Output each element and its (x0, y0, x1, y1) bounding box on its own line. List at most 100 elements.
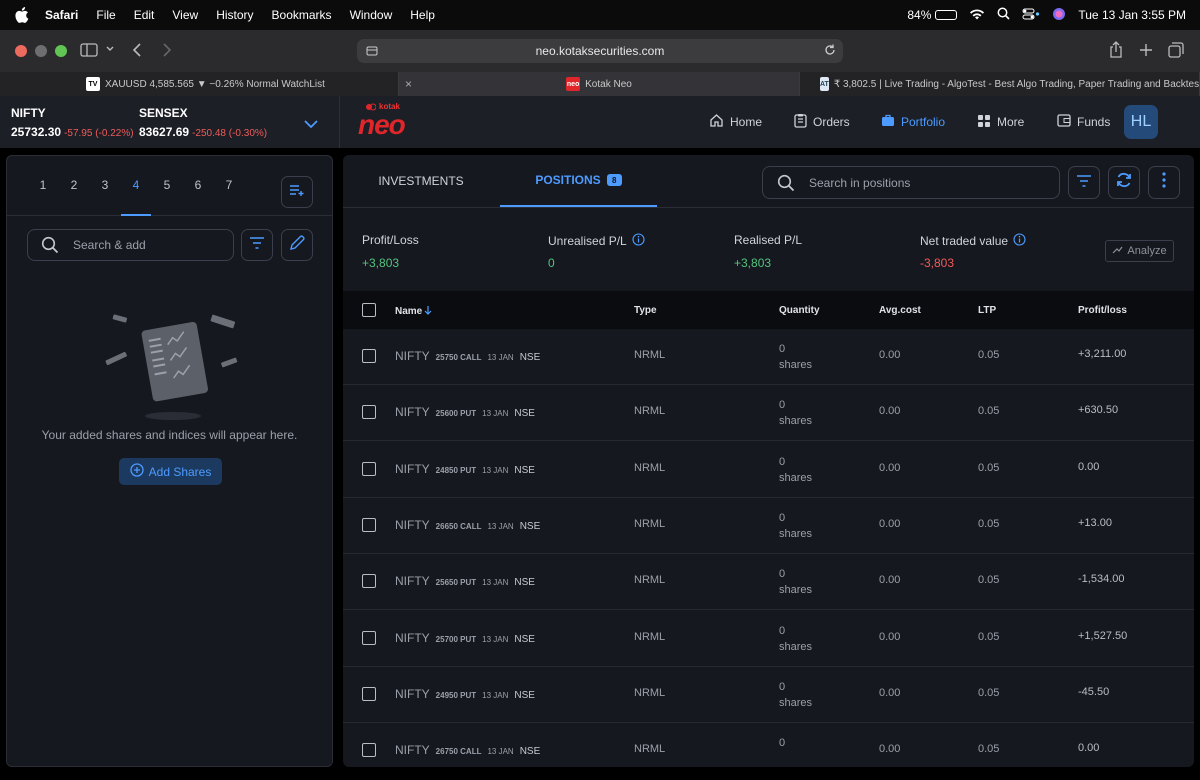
table-row[interactable]: NIFTY 24950 PUT 13 JAN NSE NRML 0 shares 0.00 0.… (343, 667, 1194, 723)
control-center-icon[interactable] (1022, 8, 1040, 23)
search-icon[interactable] (997, 7, 1010, 23)
share-icon[interactable] (1108, 41, 1124, 59)
chevron-down-icon[interactable] (303, 116, 319, 134)
quantity: 0 shares (779, 623, 812, 655)
add-watchlist-button[interactable] (281, 176, 313, 208)
zoom-window-button[interactable] (55, 45, 67, 57)
page-settings-icon[interactable] (365, 44, 379, 61)
table-row[interactable]: NIFTY 25750 CALL 13 JAN NSE NRML 0 shares 0.00 0… (343, 329, 1194, 385)
column-quantity[interactable]: Quantity (779, 305, 820, 316)
chevron-down-icon[interactable] (105, 45, 115, 53)
ltp: 0.05 (978, 405, 1000, 418)
watchlist-tab-4[interactable]: 4 (121, 178, 151, 216)
table-row[interactable]: NIFTY 26750 CALL 13 JAN NSE NRML 0 0.00 0.05 0.0… (343, 723, 1194, 767)
apple-icon[interactable] (15, 7, 33, 23)
watchlist-tab-1[interactable]: 1 (28, 178, 58, 216)
table-row[interactable]: NIFTY 26650 CALL 13 JAN NSE NRML 0 shares 0.00 0… (343, 498, 1194, 554)
watchlist-filter-button[interactable] (241, 229, 273, 261)
avg-cost: 0.00 (879, 517, 901, 530)
avatar[interactable]: HL (1124, 105, 1158, 139)
positions-table-header: Name Type Quantity Avg.cost LTP Profit/l… (343, 291, 1194, 329)
menu-safari[interactable]: Safari (45, 8, 78, 22)
row-checkbox[interactable] (362, 517, 376, 532)
info-icon[interactable] (632, 233, 645, 249)
watchlist-tab-7[interactable]: 7 (214, 178, 244, 216)
back-icon[interactable] (132, 42, 142, 58)
column-name[interactable]: Name (395, 305, 432, 318)
info-icon[interactable] (1013, 233, 1026, 249)
column-avg-cost[interactable]: Avg.cost (879, 305, 921, 316)
table-row[interactable]: NIFTY 25650 PUT 13 JAN NSE NRML 0 shares 0.00 0.… (343, 554, 1194, 611)
exchange: NSE (519, 746, 541, 758)
watchlist-search-input[interactable]: Search & add (27, 229, 234, 261)
forward-icon[interactable] (162, 42, 172, 58)
exchange: NSE (514, 577, 535, 589)
tab-algotest[interactable]: AT ₹ 3,802.5 | Live Trading - AlgoTest -… (800, 72, 1200, 96)
row-checkbox[interactable] (362, 686, 376, 701)
kotak-neo-logo[interactable]: kotak neo (358, 102, 406, 139)
sensex-index[interactable]: SENSEX 83627.69 -250.48 (-0.30%) (139, 106, 267, 139)
row-checkbox[interactable] (362, 574, 376, 589)
realised-pl-value: +3,803 (734, 256, 772, 270)
row-checkbox[interactable] (362, 461, 376, 476)
table-row[interactable]: NIFTY 25600 PUT 13 JAN NSE NRML 0 shares 0.00 0.… (343, 385, 1194, 442)
column-profit-loss[interactable]: Profit/loss (1078, 305, 1127, 316)
nav-more[interactable]: More (977, 96, 1024, 148)
minimize-window-button[interactable] (35, 45, 47, 57)
watchlist-tab-2[interactable]: 2 (59, 178, 89, 216)
menu-view[interactable]: View (172, 8, 198, 22)
menu-window[interactable]: Window (350, 8, 393, 22)
new-tab-icon[interactable] (1139, 43, 1153, 57)
tab-xauusd[interactable]: TV XAUUSD 4,585.565 ▼ −0.26% Normal Watc… (0, 72, 399, 96)
watchlist-edit-button[interactable] (281, 229, 313, 261)
strike: 25600 PUT (435, 409, 477, 419)
menu-edit[interactable]: Edit (134, 8, 155, 22)
positions-search-input[interactable]: Search in positions (762, 166, 1060, 199)
tab-overview-icon[interactable] (1168, 42, 1184, 58)
menubar-clock[interactable]: Tue 13 Jan 3:55 PM (1078, 8, 1186, 22)
close-tab-icon[interactable]: × (405, 77, 412, 91)
column-type[interactable]: Type (634, 305, 657, 316)
column-ltp[interactable]: LTP (978, 305, 996, 316)
table-row[interactable]: NIFTY 24850 PUT 13 JAN NSE NRML 0 shares 0.00 0.… (343, 442, 1194, 498)
address-bar[interactable]: neo.kotaksecurities.com (357, 39, 843, 63)
ltp: 0.05 (978, 743, 1000, 756)
nav-funds[interactable]: Funds (1057, 96, 1110, 148)
tab-investments[interactable]: INVESTMENTS (343, 155, 499, 207)
tab-kotak-neo[interactable]: × neo Kotak Neo (399, 72, 800, 96)
sidebar-icon[interactable] (80, 43, 98, 57)
menu-file[interactable]: File (96, 8, 115, 22)
tab-title: ₹ 3,802.5 | Live Trading - AlgoTest - Be… (833, 78, 1200, 90)
analyze-button[interactable]: Analyze (1105, 240, 1174, 262)
watchlist-tab-6[interactable]: 6 (183, 178, 213, 216)
quantity-unit: shares (779, 415, 813, 428)
positions-menu-button[interactable] (1148, 166, 1180, 199)
add-shares-button[interactable]: Add Shares (119, 458, 222, 485)
menu-bookmarks[interactable]: Bookmarks (272, 8, 332, 22)
row-checkbox[interactable] (362, 630, 376, 645)
battery-status[interactable]: 84% (907, 8, 958, 22)
reload-icon[interactable] (823, 43, 837, 60)
close-window-button[interactable] (15, 45, 27, 57)
siri-icon[interactable] (1052, 7, 1066, 24)
nav-home[interactable]: Home (709, 96, 762, 148)
nifty-index[interactable]: NIFTY 25732.30 -57.95 (-0.22%) (11, 106, 134, 139)
search-placeholder: Search in positions (809, 175, 911, 190)
wifi-icon[interactable] (969, 8, 985, 23)
row-checkbox[interactable] (362, 349, 376, 363)
tab-positions-label: POSITIONS (535, 173, 601, 187)
nav-orders[interactable]: Orders (794, 96, 850, 148)
watchlist-tab-3[interactable]: 3 (90, 178, 120, 216)
positions-filter-button[interactable] (1068, 166, 1100, 199)
table-row[interactable]: NIFTY 25700 PUT 13 JAN NSE NRML 0 shares 0.00 0.… (343, 611, 1194, 667)
menu-help[interactable]: Help (410, 8, 435, 22)
positions-refresh-button[interactable] (1108, 166, 1140, 199)
row-checkbox[interactable] (362, 743, 376, 758)
menu-history[interactable]: History (216, 8, 253, 22)
nav-portfolio[interactable]: Portfolio (881, 96, 945, 148)
row-checkbox[interactable] (362, 405, 376, 420)
tradingview-favicon-icon: TV (86, 77, 100, 91)
select-all-checkbox[interactable] (362, 303, 376, 317)
watchlist-tab-5[interactable]: 5 (152, 178, 182, 216)
tab-positions[interactable]: POSITIONS 8 (500, 155, 657, 207)
